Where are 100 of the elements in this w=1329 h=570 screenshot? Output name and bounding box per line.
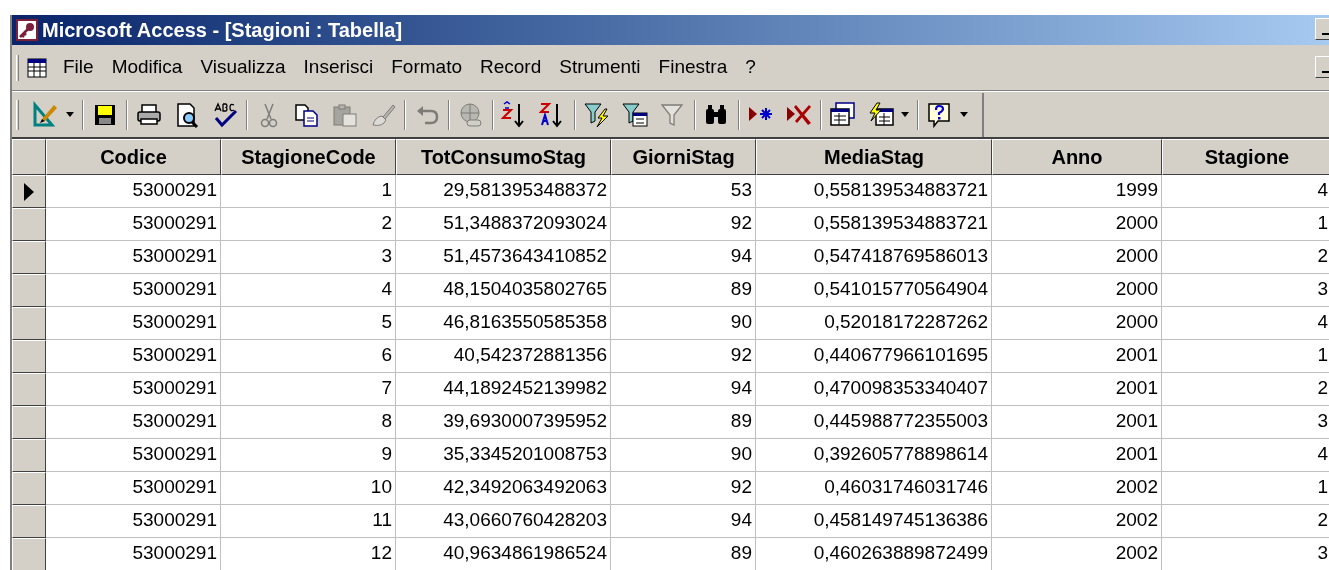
table-cell: 1: [221, 175, 396, 208]
table-cell: 53000291: [46, 241, 221, 274]
table-cell: 2001: [992, 406, 1162, 439]
row-selector[interactable]: [12, 406, 46, 439]
table-cell: 89: [611, 406, 756, 439]
table-cell: 43,0660760428203: [396, 505, 611, 538]
table-cell: 2002: [992, 472, 1162, 505]
table-cell: 2000: [992, 274, 1162, 307]
corner-header[interactable]: [12, 139, 46, 175]
table-cell: 2000: [992, 241, 1162, 274]
table-cell: 94: [611, 505, 756, 538]
table-cell: 44,1892452139982: [396, 373, 611, 406]
column-header[interactable]: Stagione: [1162, 139, 1329, 175]
column-header[interactable]: StagioneCode: [221, 139, 396, 175]
design-view-icon[interactable]: [32, 100, 60, 129]
filter-form-icon[interactable]: [621, 100, 649, 129]
row-selector[interactable]: [12, 505, 46, 538]
table-cell: 2000: [992, 307, 1162, 340]
table-cell: 0,458149745136386: [756, 505, 992, 538]
dropdown-arrow-icon[interactable]: [900, 111, 910, 118]
table-cell: 53000291: [46, 208, 221, 241]
table-cell: 11: [221, 505, 396, 538]
menu-item[interactable]: Formato: [387, 53, 466, 82]
table-cell: 40,542372881356: [396, 340, 611, 373]
table-cell: 6: [221, 340, 396, 373]
row-selector[interactable]: [12, 538, 46, 570]
table-cell: 1999: [992, 175, 1162, 208]
table-cell: 48,1504035802765: [396, 274, 611, 307]
row-selector[interactable]: [12, 208, 46, 241]
table-cell: 35,3345201008753: [396, 439, 611, 472]
table-cell: 40,9634861986524: [396, 538, 611, 570]
table-cell: 0,445988772355003: [756, 406, 992, 439]
new-object-icon[interactable]: [867, 100, 895, 129]
table-cell: 53000291: [46, 340, 221, 373]
table-cell: 0,392605778898614: [756, 439, 992, 472]
menu-item[interactable]: File: [59, 53, 98, 82]
table-cell: 1: [1162, 208, 1329, 241]
table-cell: 0,558139534883721: [756, 175, 992, 208]
row-selector[interactable]: [12, 340, 46, 373]
table-cell: 53000291: [46, 472, 221, 505]
table-cell: 0,547418769586013: [756, 241, 992, 274]
dropdown-arrow-icon[interactable]: [65, 111, 75, 118]
table-cell: 2: [1162, 505, 1329, 538]
menu-item[interactable]: Visualizza: [196, 53, 290, 82]
table-cell: 53000291: [46, 175, 221, 208]
table-cell: 7: [221, 373, 396, 406]
table-cell: 0,440677966101695: [756, 340, 992, 373]
table-cell: 12: [221, 538, 396, 570]
table-cell: 53000291: [46, 505, 221, 538]
table-cell: 53000291: [46, 274, 221, 307]
row-selector[interactable]: [12, 472, 46, 505]
table-cell: 89: [611, 274, 756, 307]
table-cell: 2: [221, 208, 396, 241]
database-window-icon[interactable]: [829, 100, 857, 129]
menu-item[interactable]: Finestra: [654, 53, 732, 82]
table-cell: 0,46031746031746: [756, 472, 992, 505]
table-cell: 0,52018172287262: [756, 307, 992, 340]
minimize-icon: [1322, 33, 1329, 35]
row-selector[interactable]: [12, 439, 46, 472]
menu-item[interactable]: Modifica: [107, 53, 187, 82]
table-cell: 8: [221, 406, 396, 439]
table-cell: 3: [1162, 274, 1329, 307]
spelling-check-icon[interactable]: [211, 100, 239, 129]
table-cell: 2001: [992, 373, 1162, 406]
table-cell: 2002: [992, 538, 1162, 570]
row-selector[interactable]: [12, 241, 46, 274]
table-cell: 2001: [992, 340, 1162, 373]
row-selector[interactable]: [12, 307, 46, 340]
menu-item[interactable]: Record: [476, 53, 546, 82]
table-cell: 1: [1162, 340, 1329, 373]
filter-lightning-icon[interactable]: [583, 100, 611, 129]
table-cell: 39,6930007395952: [396, 406, 611, 439]
menu-item[interactable]: Inserisci: [299, 53, 378, 82]
table-cell: 89: [611, 538, 756, 570]
table-cell: 53000291: [46, 538, 221, 570]
column-header[interactable]: Codice: [46, 139, 221, 175]
column-header[interactable]: TotConsumoStag: [396, 139, 611, 175]
table-cell: 90: [611, 439, 756, 472]
column-header[interactable]: GiorniStag: [611, 139, 756, 175]
table-icon[interactable]: [27, 57, 47, 78]
table-cell: 51,3488372093024: [396, 208, 611, 241]
table-cell: 4: [1162, 175, 1329, 208]
table-cell: 94: [611, 241, 756, 274]
table-cell: 4: [221, 274, 396, 307]
dropdown-arrow-icon[interactable]: [959, 111, 969, 118]
table-cell: 4: [1162, 307, 1329, 340]
column-header[interactable]: MediaStag: [756, 139, 992, 175]
column-header[interactable]: Anno: [992, 139, 1162, 175]
row-selector[interactable]: [12, 274, 46, 307]
table-cell: 10: [221, 472, 396, 505]
row-selector[interactable]: [12, 373, 46, 406]
table-cell: 4: [1162, 439, 1329, 472]
menu-item[interactable]: ?: [741, 53, 760, 82]
table-cell: 42,3492063492063: [396, 472, 611, 505]
table-cell: 5: [221, 307, 396, 340]
table-cell: 94: [611, 373, 756, 406]
menu-item[interactable]: Strumenti: [555, 53, 645, 82]
table-cell: 3: [221, 241, 396, 274]
row-selector[interactable]: [12, 175, 46, 208]
table-cell: 0,558139534883721: [756, 208, 992, 241]
